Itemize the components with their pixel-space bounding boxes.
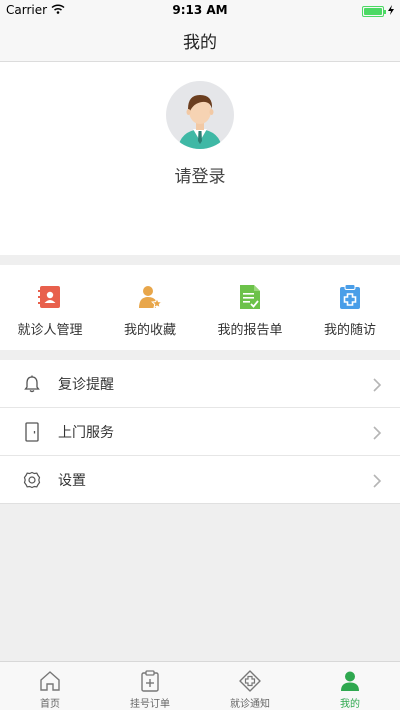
- quick-action-favorites[interactable]: 我的收藏: [100, 265, 200, 350]
- person-icon: [338, 670, 362, 692]
- menu-item-home-service[interactable]: 上门服务: [0, 408, 400, 456]
- charging-icon: [388, 4, 394, 18]
- chevron-right-icon: [372, 377, 382, 392]
- status-right: [362, 4, 394, 18]
- login-link[interactable]: 请登录: [0, 162, 400, 187]
- quick-action-followup[interactable]: 我的随访: [300, 265, 400, 350]
- page-title: 我的: [183, 33, 217, 53]
- door-icon: [22, 421, 42, 442]
- quick-action-label: 我的报告单: [217, 323, 283, 338]
- doctor-avatar-icon: [178, 95, 222, 149]
- settings-menu: 复诊提醒 上门服务 设置: [0, 360, 400, 504]
- report-icon: [236, 283, 264, 311]
- clipboard-plus-icon: [138, 670, 162, 692]
- menu-item-settings[interactable]: 设置: [0, 456, 400, 504]
- nav-bar: 我的: [0, 20, 400, 62]
- quick-action-label: 我的随访: [323, 323, 376, 338]
- quick-action-label: 就诊人管理: [17, 323, 83, 338]
- menu-item-label: 复诊提醒: [58, 376, 114, 393]
- menu-item-label: 上门服务: [58, 424, 114, 441]
- menu-item-revisit-reminder[interactable]: 复诊提醒: [0, 360, 400, 408]
- quick-action-patient-management[interactable]: 就诊人管理: [0, 265, 100, 350]
- quick-action-label: 我的收藏: [123, 323, 176, 338]
- tab-home[interactable]: 首页: [0, 662, 100, 710]
- favorite-person-icon: [136, 283, 164, 311]
- quick-action-reports[interactable]: 我的报告单: [200, 265, 300, 350]
- followup-clipboard-icon: [336, 283, 364, 311]
- tab-appointment-orders[interactable]: 挂号订单: [100, 662, 200, 710]
- status-time: 9:13 AM: [172, 3, 228, 17]
- quick-actions: 就诊人管理 我的收藏 我的报告单 我的随访: [0, 265, 400, 350]
- patient-card-icon: [36, 283, 64, 311]
- tab-mine[interactable]: 我的: [300, 662, 400, 710]
- battery-icon: [362, 5, 386, 17]
- bell-icon: [22, 374, 42, 394]
- tab-label: 挂号订单: [130, 699, 170, 710]
- gear-icon: [22, 470, 42, 490]
- chevron-right-icon: [372, 473, 382, 488]
- tab-label: 就诊通知: [230, 699, 270, 710]
- chevron-right-icon: [372, 425, 382, 440]
- home-icon: [38, 670, 62, 692]
- profile-header: 请登录: [0, 62, 400, 255]
- avatar[interactable]: [166, 81, 234, 149]
- tab-label: 首页: [40, 699, 60, 710]
- tab-bar: 首页 挂号订单 就诊通知 我的: [0, 661, 400, 710]
- status-bar: Carrier 9:13 AM: [0, 0, 400, 20]
- tab-visit-notices[interactable]: 就诊通知: [200, 662, 300, 710]
- menu-item-label: 设置: [58, 472, 86, 489]
- diamond-plus-icon: [238, 670, 262, 692]
- tab-label: 我的: [340, 699, 360, 710]
